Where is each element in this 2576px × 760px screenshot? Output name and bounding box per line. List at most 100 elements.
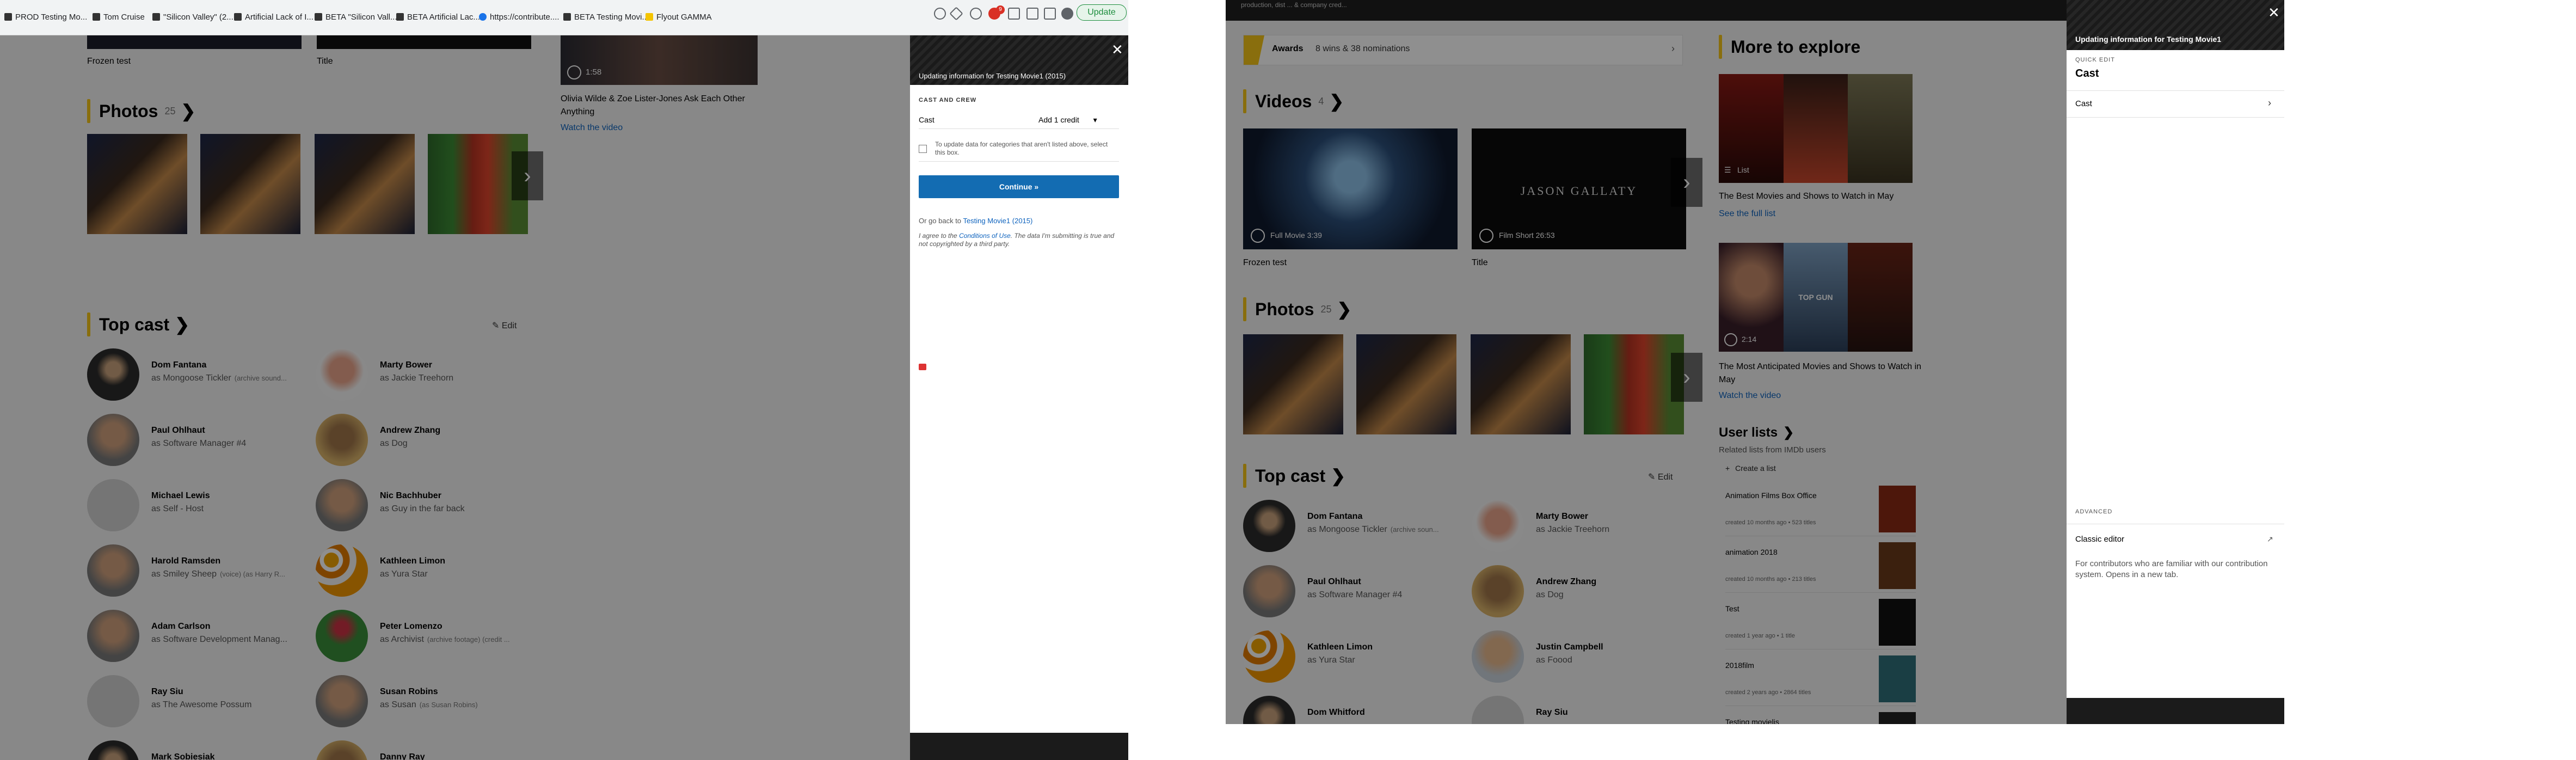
video-card-title[interactable]: The Most Anticipated Movies and Shows to… [1719, 360, 1926, 387]
avatar[interactable] [1472, 696, 1524, 724]
photo-thumb[interactable] [1471, 334, 1571, 434]
photo-thumb[interactable] [87, 134, 187, 234]
cast-member[interactable]: Kathleen Limon as Yura Star [1243, 630, 1450, 683]
cast-member[interactable]: Danny Ray [316, 740, 522, 760]
cast-name[interactable]: Michael Lewis [151, 491, 210, 501]
featured-video-title[interactable]: Olivia Wilde & Zoe Lister-Jones Ask Each… [561, 93, 762, 119]
cast-member[interactable]: Kathleen Limon as Yura Star [316, 544, 522, 597]
avatar[interactable] [87, 348, 139, 401]
video-title[interactable]: Frozen test [1243, 258, 1287, 268]
user-list-item[interactable]: animation 2018 created 10 months ago • 21… [1725, 540, 1916, 593]
list-name[interactable]: Animation Films Box Office [1725, 491, 1817, 500]
photo-thumb[interactable] [1356, 334, 1456, 434]
bookmark-item[interactable]: Artificial Lack of I... [234, 8, 313, 26]
edit-cast-button[interactable]: ✎ Edit [492, 320, 517, 331]
user-list-item[interactable]: Animation Films Box Office created 10 mon… [1725, 483, 1916, 536]
avatar[interactable] [316, 348, 368, 401]
sidebar-icon[interactable] [1044, 8, 1056, 20]
cast-edit-row[interactable]: Cast › [2067, 90, 2284, 118]
cast-member[interactable]: Dom Whitford [1243, 696, 1450, 724]
cast-member[interactable]: Dom Fantana as Mongoose Tickler (archive s… [1243, 500, 1450, 552]
photo-thumb[interactable] [1243, 334, 1343, 434]
photos-heading[interactable]: Photos 25 ❯ [1243, 297, 1351, 321]
cast-member[interactable]: Susan Robins as Susan (as Susan Robins) [316, 675, 522, 727]
avatar[interactable] [87, 610, 139, 662]
watch-video-link[interactable]: Watch the video [561, 123, 623, 133]
avatar[interactable] [1243, 500, 1295, 552]
bookmark-item[interactable]: BETA "Silicon Vall... [315, 8, 397, 26]
extension-box-icon[interactable] [1008, 8, 1020, 20]
cast-name[interactable]: Marty Bower [1536, 512, 1588, 522]
puzzle-icon[interactable] [1026, 8, 1038, 20]
bookmark-item[interactable]: Tom Cruise [93, 8, 145, 26]
list-name[interactable]: 2018film [1725, 661, 1754, 670]
see-full-list-link[interactable]: See the full list [1719, 209, 1775, 219]
cast-name[interactable]: Ray Siu [151, 687, 183, 697]
profile-icon[interactable] [1061, 8, 1073, 20]
featured-video-thumb[interactable]: 1:58 [561, 35, 758, 85]
videos-heading[interactable]: Videos 4 ❯ [1243, 89, 1344, 113]
bookmark-item[interactable]: Flyout GAMMA [645, 8, 712, 26]
avatar[interactable] [1472, 630, 1524, 683]
video-title[interactable]: Frozen test [87, 57, 131, 66]
cast-member[interactable]: Adam Carlson as Software Development Mana… [87, 610, 294, 662]
cast-name[interactable]: Dom Fantana [1307, 512, 1362, 522]
cast-member[interactable]: Justin Campbell as Foood [1472, 630, 1679, 683]
avatar[interactable] [316, 610, 368, 662]
browser-update-button[interactable]: Update [1077, 4, 1127, 21]
cast-member[interactable]: Marty Bower as Jackie Treehorn [316, 348, 522, 401]
avatar[interactable] [316, 675, 368, 727]
avatar[interactable] [1243, 565, 1295, 617]
avatar[interactable] [316, 544, 368, 597]
avatar[interactable] [1472, 565, 1524, 617]
list-thumbnail[interactable] [1879, 599, 1916, 646]
user-lists-heading[interactable]: User lists ❯ [1719, 425, 1794, 440]
create-list-button[interactable]: + Create a list [1725, 464, 1776, 473]
cast-name[interactable]: Paul Ohlhaut [151, 426, 205, 436]
list-thumbnail[interactable] [1879, 655, 1916, 702]
photo-thumb[interactable] [200, 134, 300, 234]
conditions-link[interactable]: Conditions of Use [959, 232, 1011, 240]
video-thumb-title[interactable]: JASON GALLATY Film Short 26:53 [1472, 128, 1686, 249]
avatar[interactable] [87, 675, 139, 727]
edit-cast-button[interactable]: ✎ Edit [1648, 471, 1673, 482]
list-name[interactable]: Test [1725, 604, 1739, 613]
cast-name[interactable]: Harold Ramsden [151, 556, 220, 566]
cast-name[interactable]: Andrew Zhang [380, 426, 440, 436]
cast-name[interactable]: Marty Bower [380, 360, 432, 370]
awards-banner[interactable]: Awards 8 wins & 38 nominations › [1243, 35, 1683, 65]
cast-name[interactable]: Susan Robins [380, 687, 438, 697]
photos-next-arrow[interactable]: › [1671, 353, 1702, 402]
list-card-title[interactable]: The Best Movies and Shows to Watch in Ma… [1719, 192, 1893, 201]
avatar[interactable] [87, 740, 139, 760]
cast-name[interactable]: Mark Sobiesiak [151, 752, 215, 760]
video-card-image[interactable]: TOP GUN 2:14 [1719, 243, 1913, 352]
classic-editor-link[interactable]: Classic editor [2075, 535, 2124, 544]
cast-member[interactable]: Andrew Zhang as Dog [1472, 565, 1679, 617]
go-back-link[interactable]: Testing Movie1 (2015) [963, 217, 1032, 225]
avatar[interactable] [87, 544, 139, 597]
cast-name[interactable]: Peter Lomenzo [380, 622, 442, 632]
bookmark-item[interactable]: PROD Testing Mo... [4, 8, 87, 26]
cast-name[interactable]: Dom Fantana [151, 360, 206, 370]
avatar[interactable] [1243, 630, 1295, 683]
other-categories-checkbox[interactable] [919, 145, 927, 153]
list-thumbnail[interactable] [1879, 712, 1916, 724]
cast-name[interactable]: Kathleen Limon [380, 556, 445, 566]
cast-member[interactable]: Paul Ohlhaut as Software Manager #4 [1243, 565, 1450, 617]
cast-name[interactable]: Nic Bachhuber [380, 491, 441, 501]
cast-name[interactable]: Paul Ohlhaut [1307, 577, 1361, 587]
list-name[interactable]: animation 2018 [1725, 548, 1778, 556]
cast-name[interactable]: Andrew Zhang [1536, 577, 1596, 587]
cast-member[interactable]: Michael Lewis as Self - Host [87, 479, 294, 531]
share-icon[interactable] [934, 8, 946, 20]
cast-member[interactable]: Mark Sobiesiak [87, 740, 294, 760]
cast-member[interactable]: Peter Lomenzo as Archivist (archive footag… [316, 610, 522, 662]
cast-name[interactable]: Ray Siu [1536, 708, 1568, 718]
external-link-icon[interactable]: ↗ [2267, 535, 2273, 544]
avatar[interactable] [87, 479, 139, 531]
user-list-item[interactable]: Testing movielis [1725, 710, 1916, 724]
video-thumb-frozen[interactable]: Full Movie 3:39 [1243, 128, 1458, 249]
avatar[interactable] [316, 740, 368, 760]
watch-video-link[interactable]: Watch the video [1719, 391, 1781, 401]
